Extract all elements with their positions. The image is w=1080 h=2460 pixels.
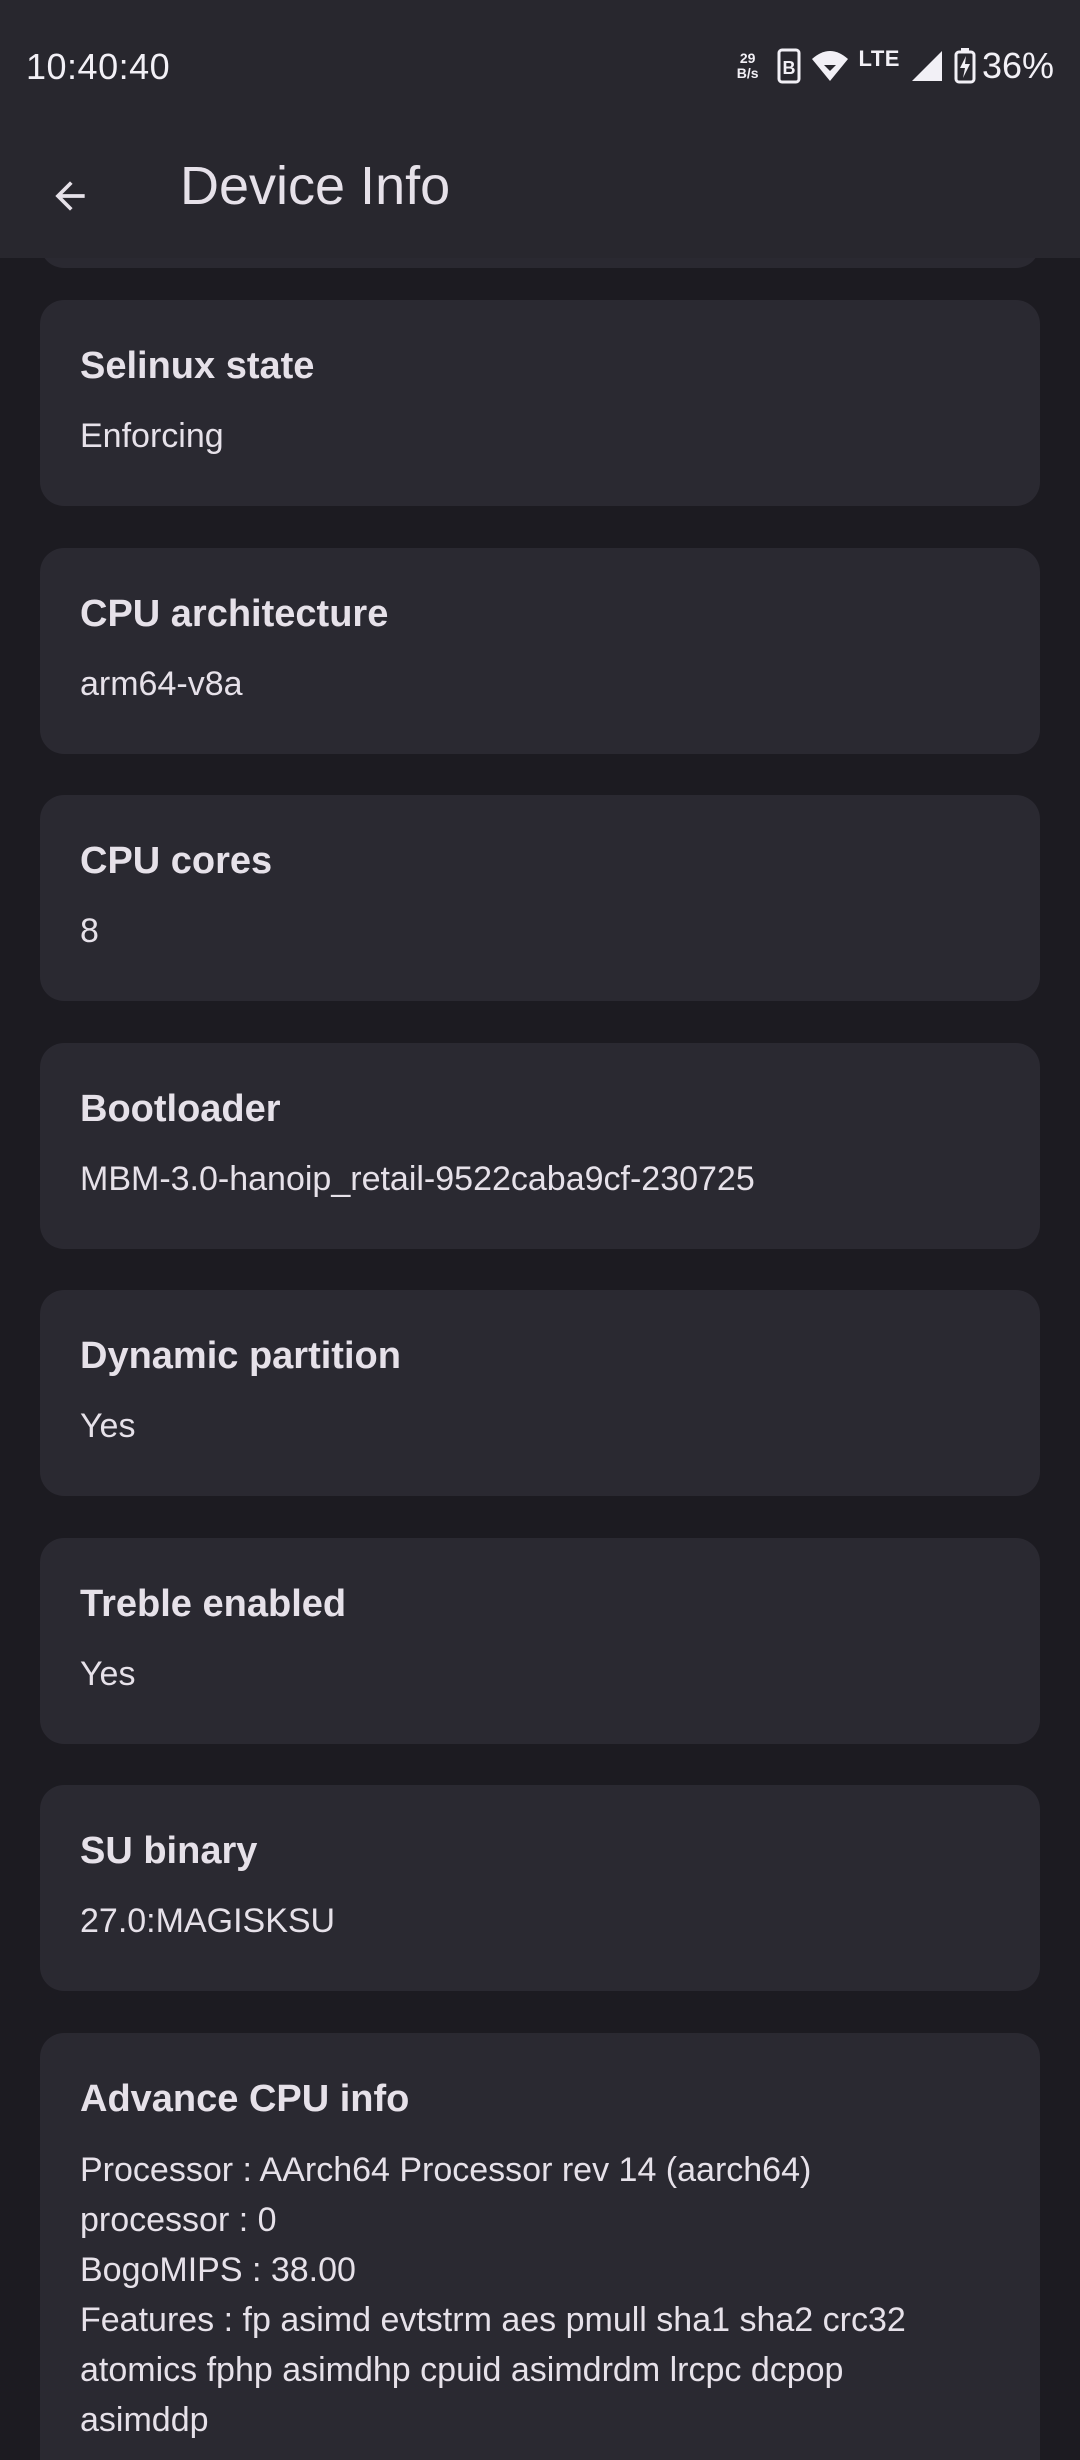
card-value: Yes (80, 1407, 136, 1445)
status-bar: 10:40:40 29 B/s B LTE 36% (0, 0, 1080, 126)
info-card-treble-enabled: Treble enabled Yes (40, 1538, 1040, 1744)
arrow-back-icon (55, 181, 85, 211)
network-speed-unit: B/s (736, 65, 759, 81)
device-info-list[interactable]: Selinux state Enforcing CPU architecture… (0, 258, 1080, 2460)
cpu-info-line: Features : fp asimd evtstrm aes pmull sh… (80, 2301, 906, 2339)
card-title: SU binary (80, 1830, 258, 1872)
wifi-icon (811, 49, 849, 83)
cpu-info-line: processor : 0 (80, 2201, 277, 2239)
info-card-cpu-cores: CPU cores 8 (40, 795, 1040, 1001)
card-title: CPU architecture (80, 593, 389, 635)
card-title: Selinux state (80, 345, 315, 387)
cpu-info-line: asimddp (80, 2401, 209, 2439)
network-speed-value: 29 (739, 50, 756, 66)
svg-text:B: B (782, 58, 795, 78)
info-card-advance-cpu: Advance CPU info Processor : AArch64 Pro… (40, 2033, 1040, 2460)
back-button[interactable] (30, 156, 110, 236)
status-time: 10:40:40 (26, 46, 171, 87)
cpu-info-line: Processor : AArch64 Processor rev 14 (aa… (80, 2151, 812, 2189)
cpu-info-line: atomics fphp asimdhp cpuid asimdrdm lrcp… (80, 2351, 844, 2389)
info-card-su-binary: SU binary 27.0:MAGISKSU (40, 1785, 1040, 1991)
card-value: Yes (80, 1655, 136, 1693)
data-saver-icon: B (777, 48, 801, 84)
card-value: 27.0:MAGISKSU (80, 1902, 336, 1940)
cell-signal-icon (910, 49, 944, 83)
app-bar: Device Info (0, 126, 1080, 258)
info-card-selinux: Selinux state Enforcing (40, 300, 1040, 506)
page-title: Device Info (180, 156, 451, 216)
status-icons: 29 B/s B LTE 36% (737, 44, 1054, 88)
device-info-screen: 10:40:40 29 B/s B LTE 36% Device Info Se… (0, 0, 1080, 2460)
info-card-cpu-architecture: CPU architecture arm64-v8a (40, 548, 1040, 754)
card-title: CPU cores (80, 840, 273, 882)
network-type-label: LTE (858, 46, 900, 71)
info-card-dynamic-partition: Dynamic partition Yes (40, 1290, 1040, 1496)
card-value: Enforcing (80, 417, 224, 455)
battery-percent: 36% (981, 45, 1054, 86)
card-value: 8 (80, 912, 99, 950)
card-value: MBM-3.0-hanoip_retail-9522caba9cf-230725 (80, 1160, 755, 1198)
card-value: arm64-v8a (80, 665, 243, 703)
info-card-bootloader: Bootloader MBM-3.0-hanoip_retail-9522cab… (40, 1043, 1040, 1249)
card-title: Dynamic partition (80, 1335, 401, 1377)
cpu-info-line: BogoMIPS : 38.00 (80, 2251, 356, 2289)
card-title: Treble enabled (80, 1583, 347, 1625)
battery-charging-icon (954, 48, 976, 84)
card-title: Bootloader (80, 1088, 281, 1130)
cpu-info-text: Processor : AArch64 Processor rev 14 (aa… (80, 2145, 1000, 2445)
card-title: Advance CPU info (80, 2078, 410, 2120)
previous-card-edge (40, 258, 1040, 268)
network-speed-indicator: 29 B/s (737, 51, 759, 81)
